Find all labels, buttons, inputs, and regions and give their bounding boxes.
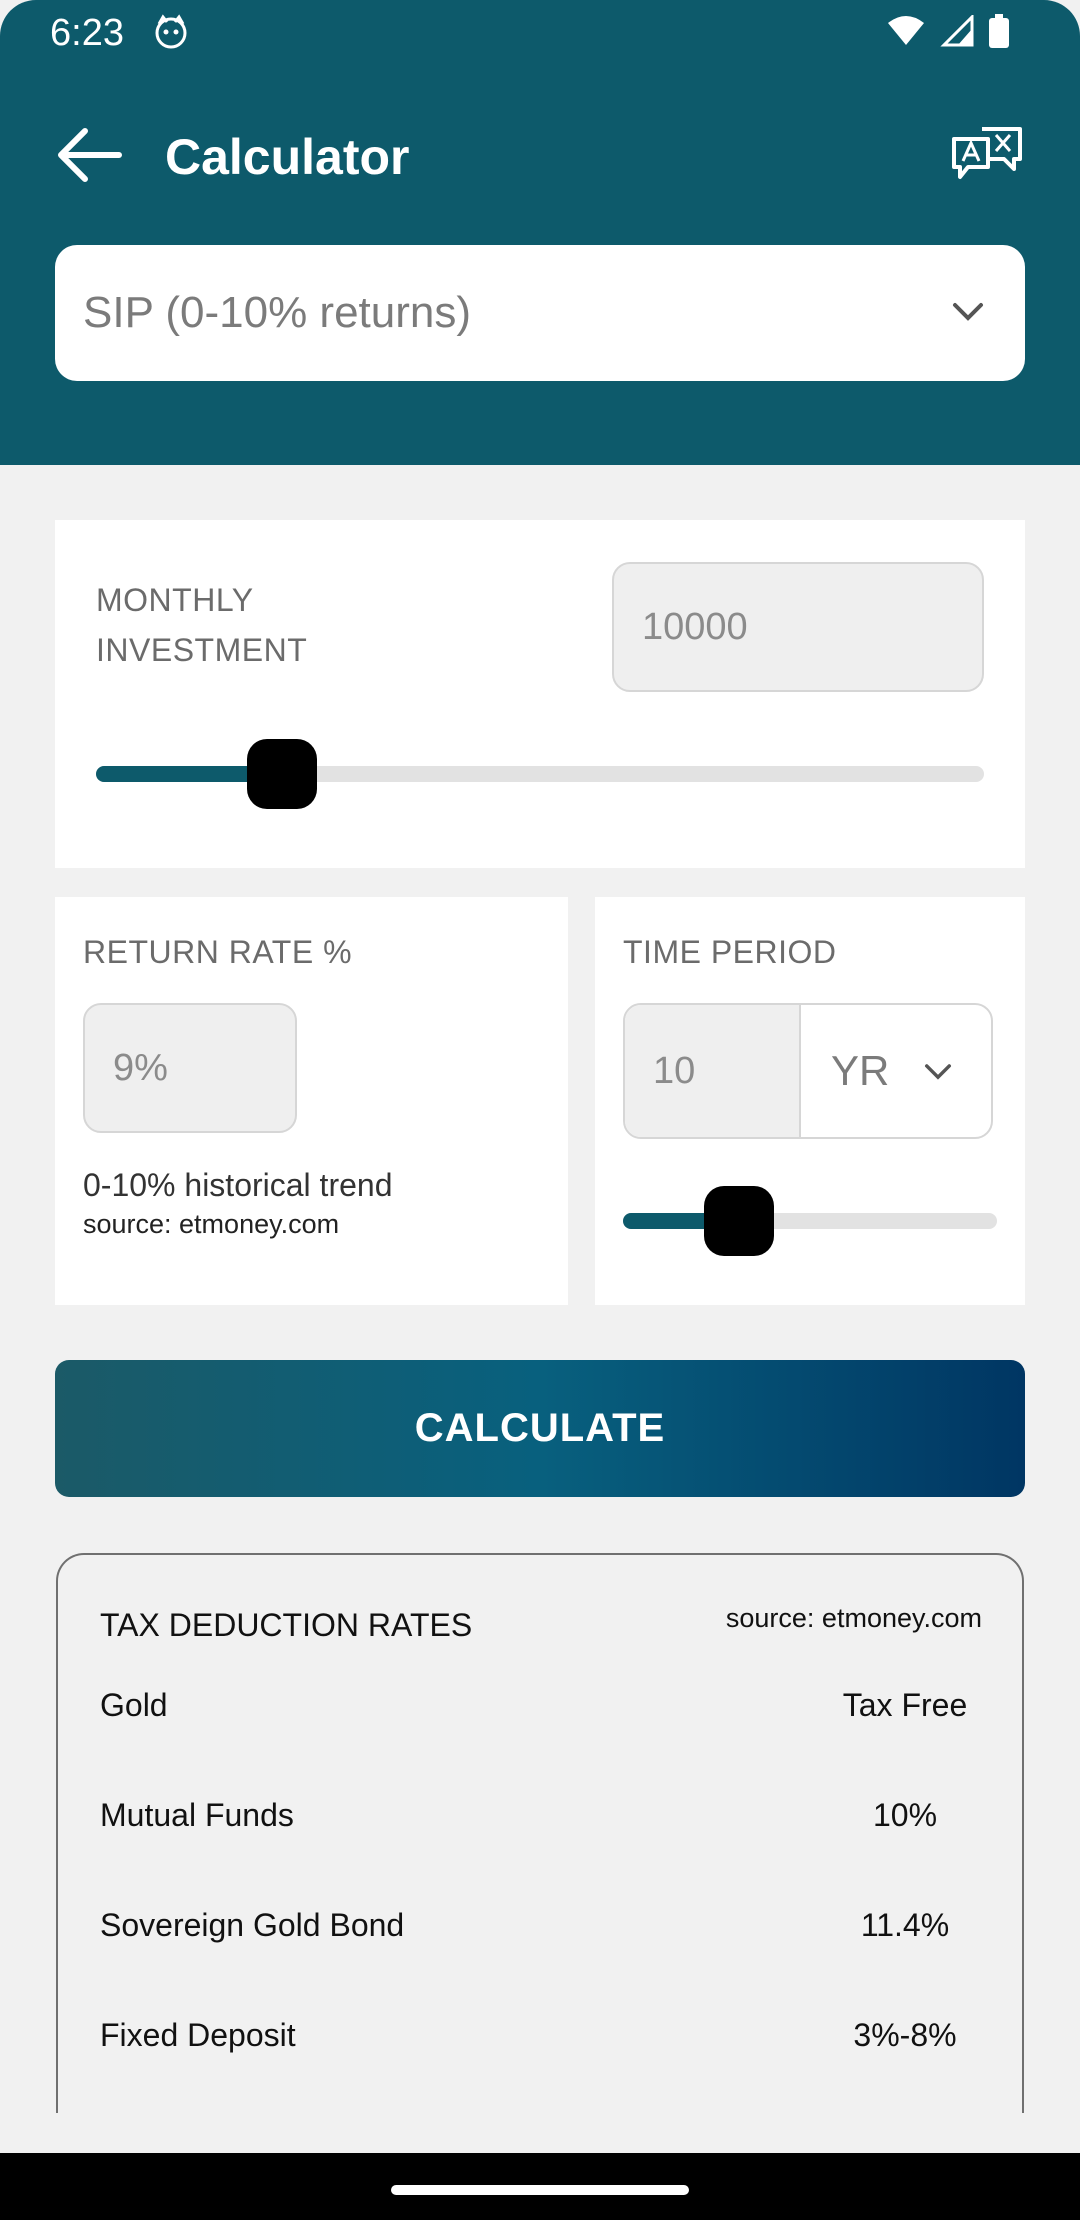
time-unit-value: YR — [831, 1047, 890, 1094]
system-nav-bar — [0, 2153, 1080, 2220]
chevron-down-icon — [953, 303, 983, 321]
return-rate-label: RETURN RATE % — [83, 934, 353, 970]
time-period-card: TIME PERIOD 10 YR — [595, 897, 1025, 1305]
wifi-icon — [888, 16, 924, 45]
return-rate-source: source: etmoney.com — [83, 1209, 340, 1239]
calculator-type-value: SIP (0-10% returns) — [83, 288, 472, 337]
translate-icon[interactable] — [950, 125, 1025, 185]
cat-notification-icon — [155, 14, 187, 49]
back-arrow-icon[interactable] — [55, 125, 125, 185]
slider-thumb[interactable] — [703, 1186, 774, 1256]
tax-deduction-title: TAX DEDUCTION RATES — [100, 1607, 473, 1643]
signal-icon — [940, 15, 974, 47]
tax-row-rate: 10% — [872, 1797, 938, 1833]
home-gesture-handle[interactable] — [391, 2185, 689, 2195]
tax-row-rate: 3%-8% — [853, 2017, 957, 2053]
tax-row-name: Mutual Funds — [100, 1797, 294, 1833]
app-header: 6:23 Calculator SIP (0-10% returns) — [0, 0, 1080, 465]
tax-deduction-source: source: etmoney.com — [725, 1603, 982, 1633]
time-unit-dropdown[interactable]: YR — [803, 1005, 991, 1137]
time-period-slider[interactable] — [623, 1186, 997, 1256]
chevron-down-icon — [925, 1064, 951, 1080]
return-rate-card: RETURN RATE % 9% 0-10% historical trend … — [55, 897, 568, 1305]
tax-row-name: Sovereign Gold Bond — [100, 1907, 405, 1943]
battery-icon — [989, 14, 1009, 48]
page-title: Calculator — [165, 129, 410, 185]
status-time: 6:23 — [50, 12, 124, 54]
time-period-input[interactable]: 10 — [625, 1005, 801, 1137]
time-period-input-group: 10 YR — [623, 1003, 993, 1139]
time-period-label: TIME PERIOD — [623, 934, 837, 970]
monthly-investment-input[interactable]: 10000 — [612, 562, 984, 692]
tax-row-name: Gold — [100, 1687, 168, 1723]
calculator-type-dropdown[interactable]: SIP (0-10% returns) — [55, 245, 1025, 381]
return-rate-input[interactable]: 9% — [83, 1003, 297, 1133]
monthly-investment-card: MONTHLY INVESTMENT 10000 — [55, 520, 1025, 868]
monthly-investment-slider[interactable] — [96, 739, 984, 809]
calculate-button[interactable]: CALCULATE — [55, 1360, 1025, 1497]
tax-row-name: Fixed Deposit — [100, 2017, 296, 2053]
monthly-investment-label: MONTHLY INVESTMENT — [96, 582, 308, 668]
slider-thumb[interactable] — [247, 739, 318, 809]
tax-row-rate: Tax Free — [842, 1687, 968, 1723]
return-rate-note: 0-10% historical trend — [83, 1167, 393, 1203]
tax-deduction-card: TAX DEDUCTION RATES source: etmoney.com … — [56, 1553, 1024, 2113]
status-icons — [886, 14, 1010, 48]
tax-row-rate: 11.4% — [860, 1907, 950, 1943]
